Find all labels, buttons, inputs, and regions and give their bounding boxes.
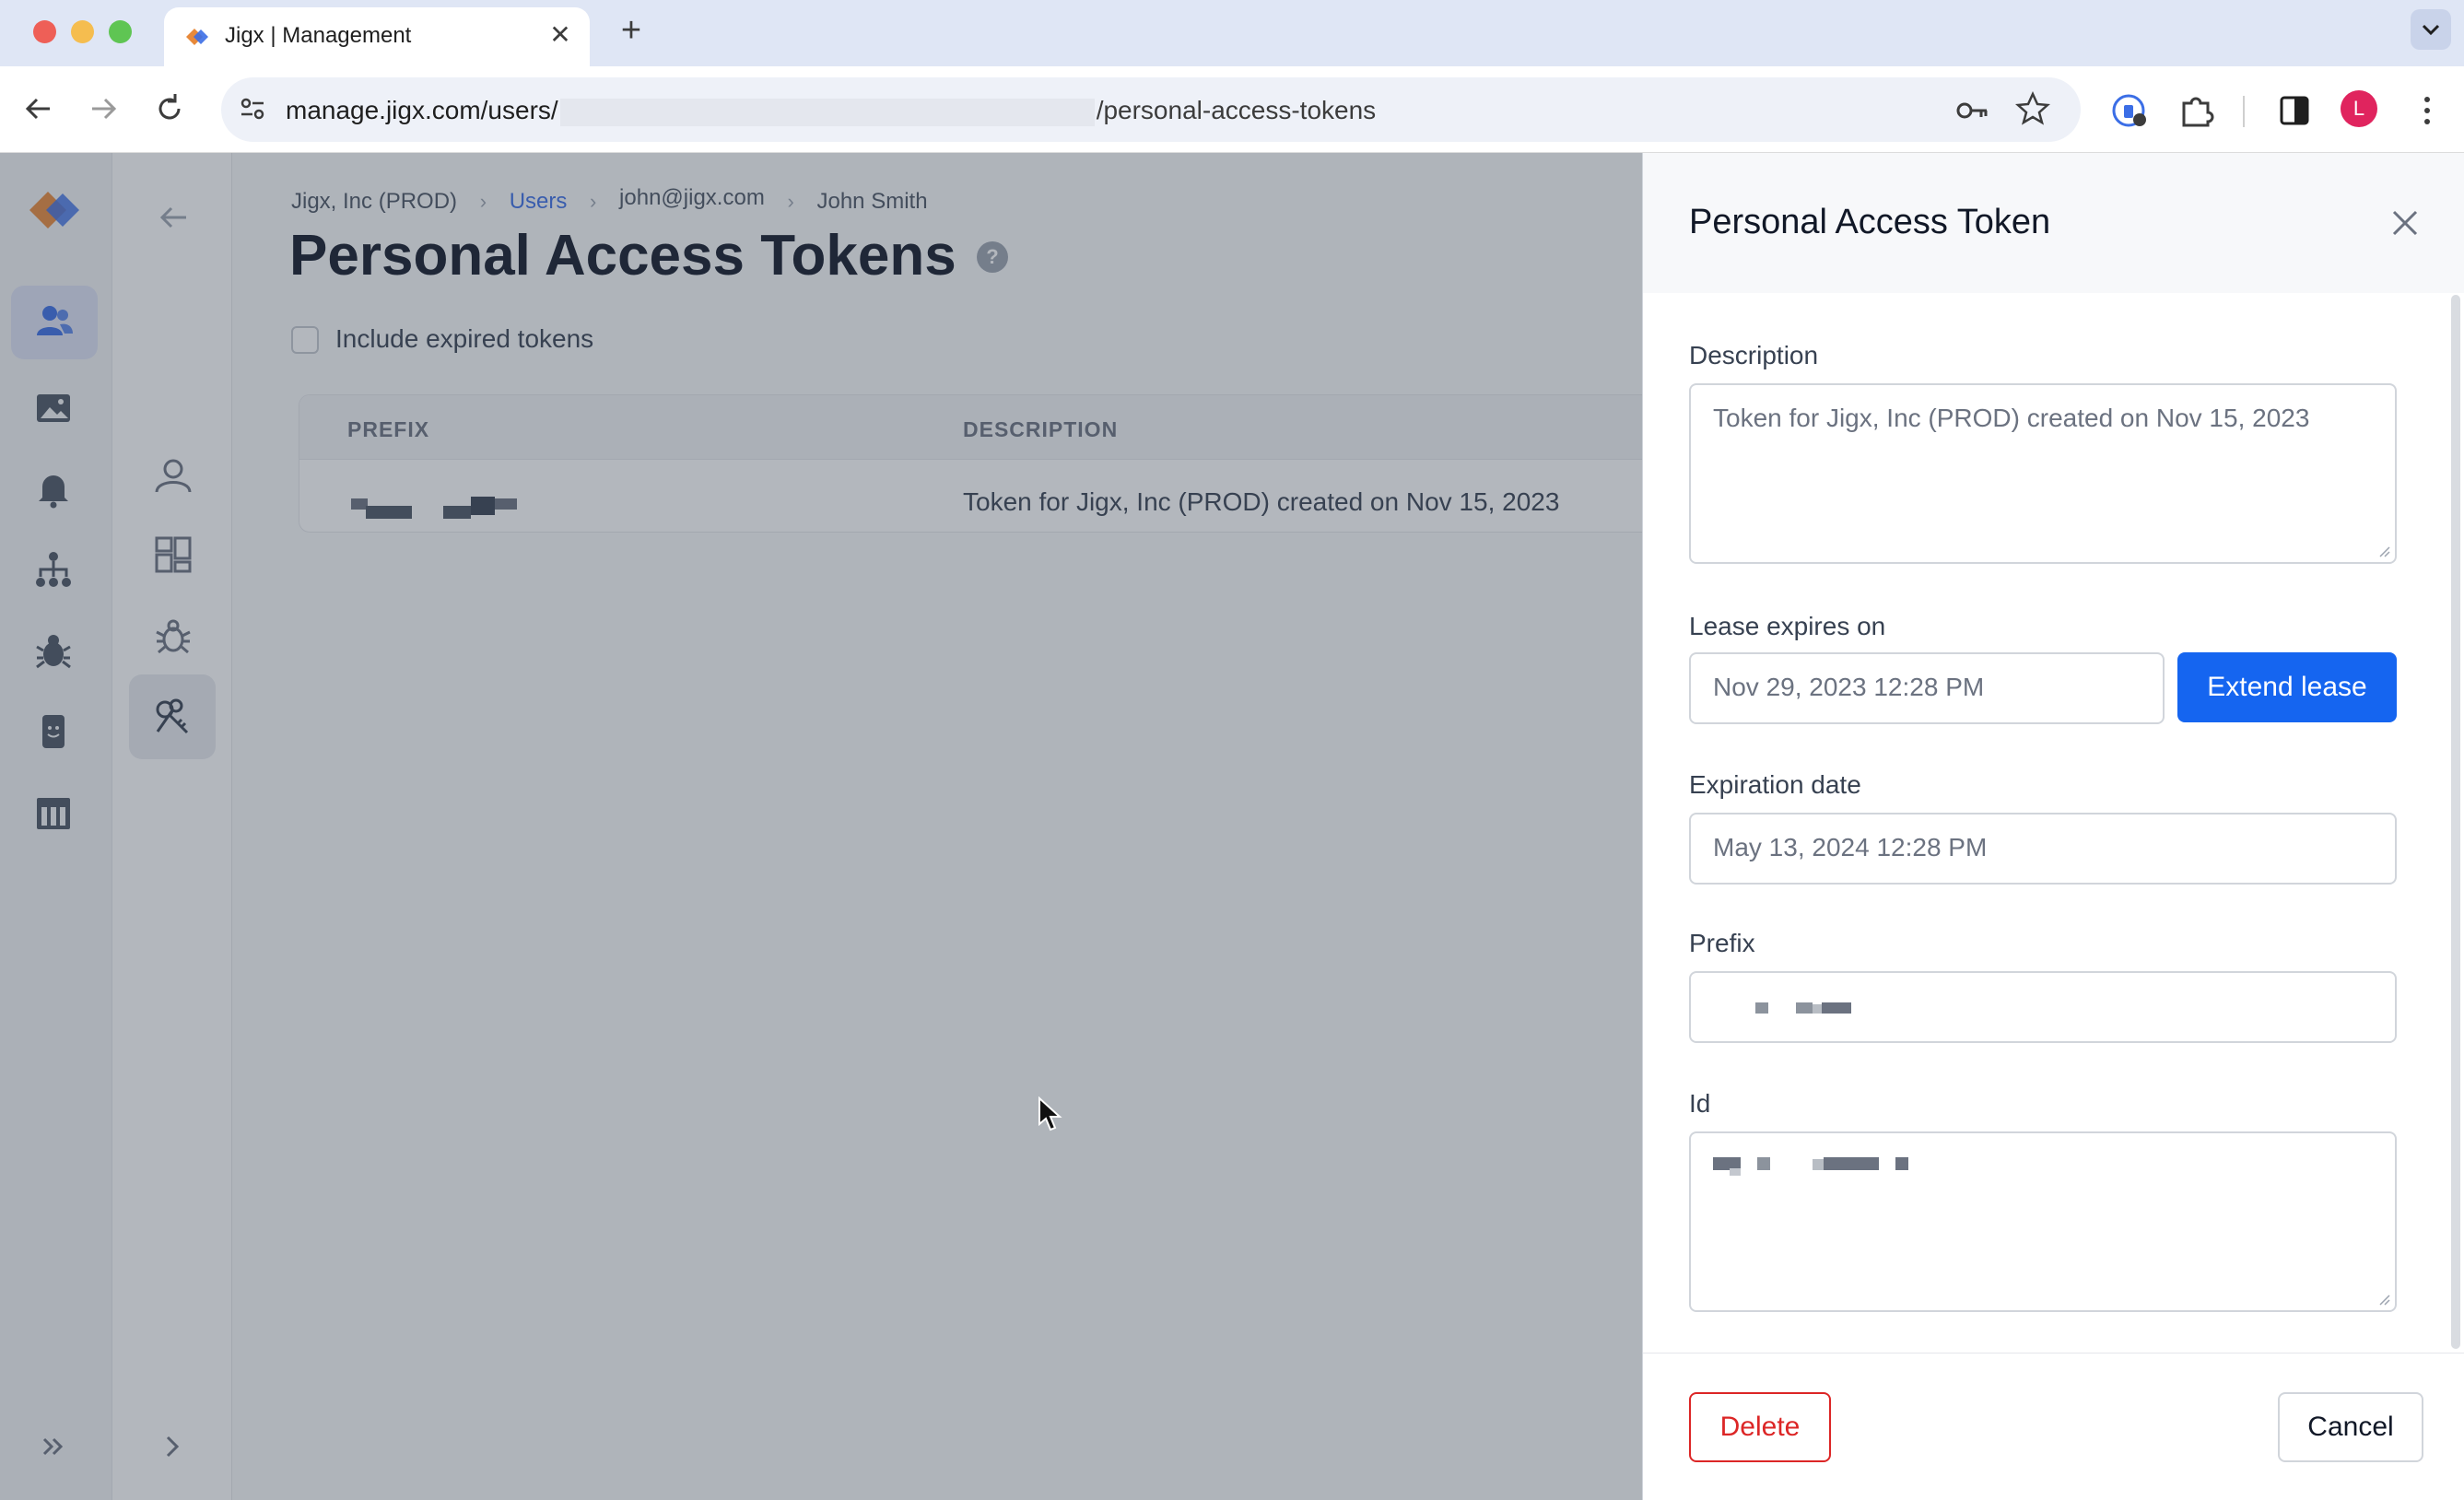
drawer-footer: Delete Cancel	[1643, 1353, 2464, 1500]
window-minimize-button[interactable]	[71, 20, 94, 43]
description-value: Token for Jigx, Inc (PROD) created on No…	[1713, 404, 2310, 432]
lease-expires-input[interactable]: Nov 29, 2023 12:28 PM	[1689, 652, 2165, 724]
toolbar-divider	[2243, 96, 2245, 127]
token-drawer: Personal Access Token Description Token …	[1642, 153, 2464, 1500]
chevron-down-icon	[2422, 24, 2440, 36]
password-key-icon[interactable]	[1954, 92, 1990, 129]
id-label: Id	[1689, 1089, 1711, 1118]
profile-avatar[interactable]: L	[2341, 90, 2377, 127]
cancel-button[interactable]: Cancel	[2278, 1392, 2423, 1462]
browser-tab[interactable]: Jigx | Management ✕	[164, 7, 590, 66]
delete-button[interactable]: Delete	[1689, 1392, 1831, 1462]
url-redacted	[559, 98, 1095, 126]
url-host: manage.jigx.com/users/	[286, 96, 558, 124]
resize-grip-icon[interactable]	[2378, 545, 2391, 558]
reload-icon[interactable]	[149, 88, 190, 129]
id-textarea[interactable]	[1689, 1131, 2397, 1312]
expiration-date-value: May 13, 2024 12:28 PM	[1713, 833, 1988, 861]
drawer-title: Personal Access Token	[1689, 203, 2051, 241]
url-path: /personal-access-tokens	[1096, 96, 1377, 124]
drawer-scrollbar[interactable]	[2451, 295, 2460, 1349]
new-tab-button[interactable]: +	[612, 11, 651, 50]
jigx-favicon-icon	[186, 29, 208, 45]
bookmark-star-icon[interactable]	[2014, 90, 2051, 127]
extend-lease-button[interactable]: Extend lease	[2177, 652, 2397, 722]
back-icon[interactable]	[18, 88, 59, 129]
url-text: manage.jigx.com/users/ /personal-access-t…	[286, 96, 1376, 126]
description-label: Description	[1689, 341, 1819, 369]
modal-backdrop[interactable]	[0, 153, 1642, 1500]
description-textarea[interactable]: Token for Jigx, Inc (PROD) created on No…	[1689, 383, 2397, 564]
prefix-label: Prefix	[1689, 929, 1755, 957]
tab-search-button[interactable]	[2411, 9, 2451, 50]
expiration-date-input[interactable]: May 13, 2024 12:28 PM	[1689, 813, 2397, 885]
close-icon[interactable]	[2388, 206, 2422, 240]
prefix-input[interactable]	[1689, 971, 2397, 1043]
browser-toolbar: manage.jigx.com/users/ /personal-access-t…	[0, 66, 2464, 153]
drawer-header: Personal Access Token	[1643, 153, 2464, 293]
side-panel-icon[interactable]	[2274, 90, 2315, 131]
password-manager-icon[interactable]	[2108, 90, 2149, 131]
tab-title: Jigx | Management	[225, 23, 412, 48]
site-settings-icon[interactable]	[234, 90, 271, 127]
expiration-label: Expiration date	[1689, 770, 1861, 799]
extensions-icon[interactable]	[2177, 90, 2217, 131]
lease-label: Lease expires on	[1689, 612, 1886, 640]
resize-grip-icon[interactable]	[2378, 1294, 2391, 1307]
lease-expires-value: Nov 29, 2023 12:28 PM	[1713, 673, 1985, 701]
window-zoom-button[interactable]	[109, 20, 132, 43]
more-menu-icon[interactable]	[2407, 90, 2447, 131]
mouse-cursor-icon	[1038, 1096, 1062, 1131]
app-viewport: Jigx, Inc (PROD) › Users › john@jigx.com…	[0, 153, 2464, 1500]
tab-close-icon[interactable]: ✕	[544, 18, 577, 52]
forward-icon[interactable]	[83, 88, 123, 129]
address-bar[interactable]: manage.jigx.com/users/ /personal-access-t…	[221, 77, 2081, 142]
window-close-button[interactable]	[33, 20, 56, 43]
browser-tab-bar: Jigx | Management ✕ +	[0, 0, 2464, 66]
